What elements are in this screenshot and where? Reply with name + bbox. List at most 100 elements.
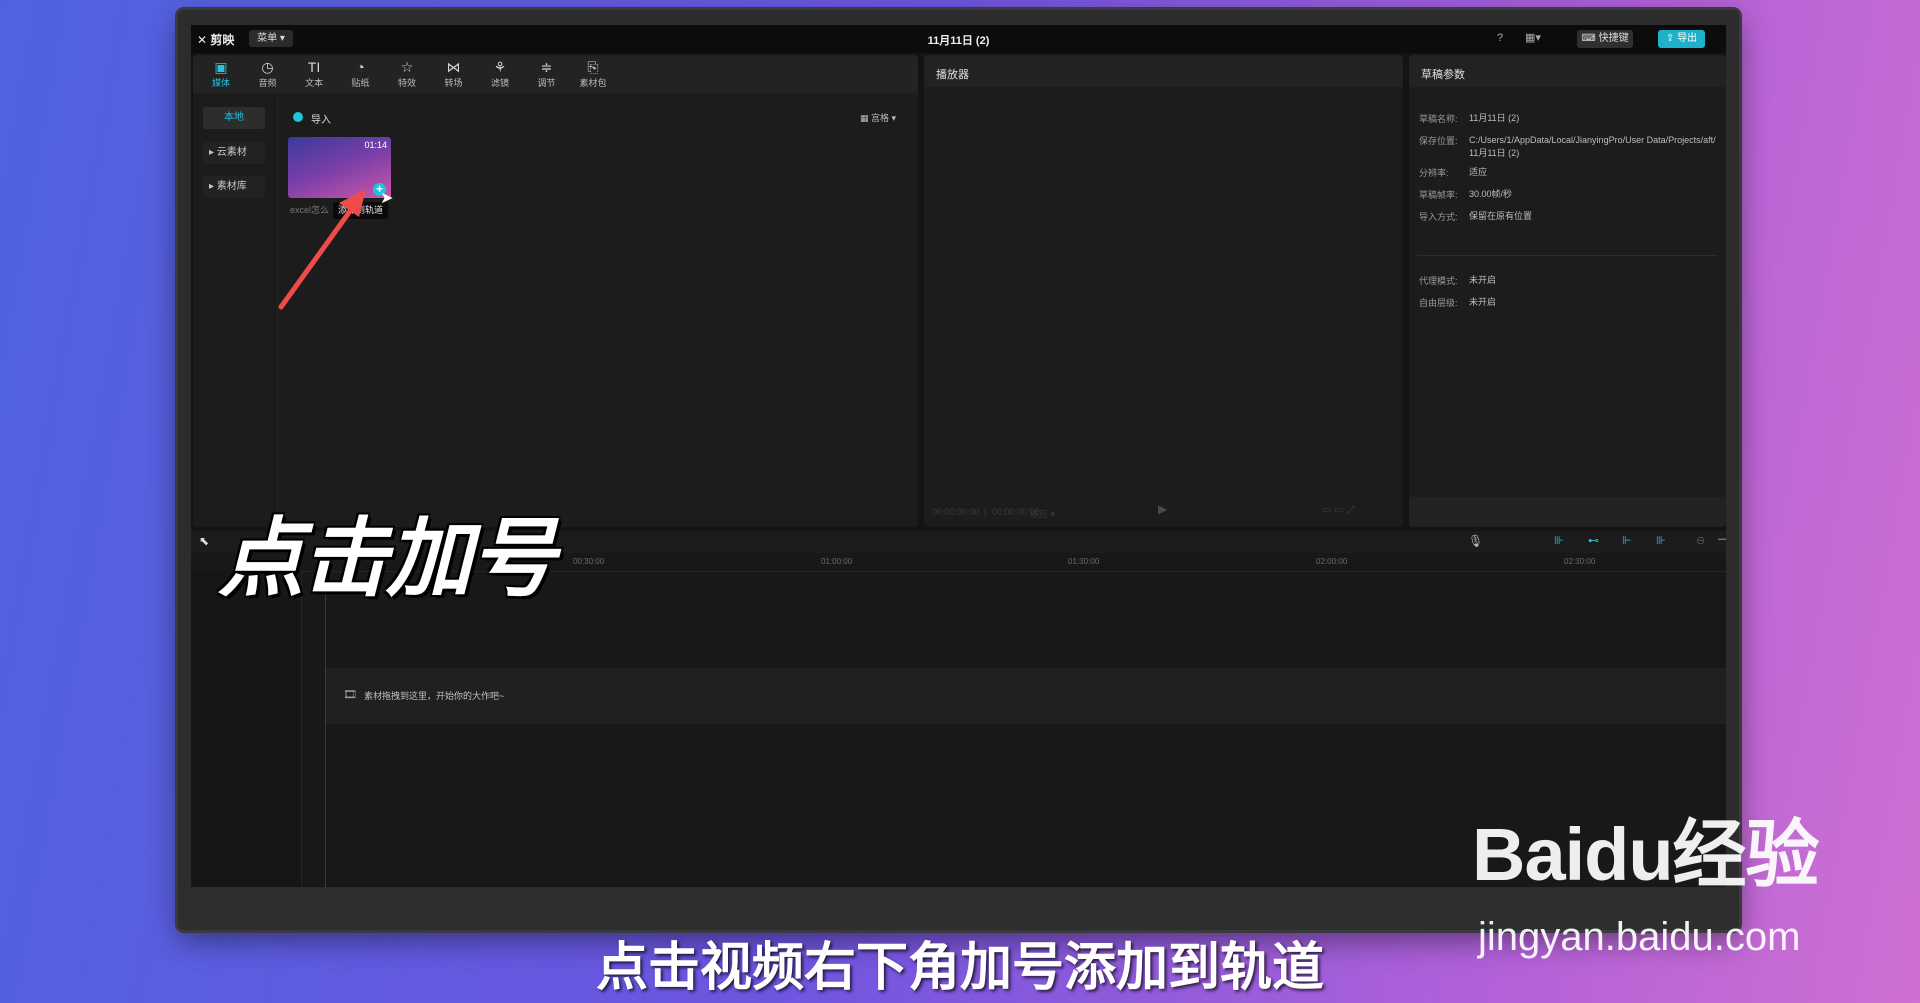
adjust-icon: ≑ [540, 59, 553, 75]
chevron-down-icon: ▾ [279, 33, 285, 44]
import-button[interactable]: 导入 [311, 111, 331, 126]
tab-audio[interactable]: ◷ 音频 [248, 58, 288, 89]
transition-icon: ⋈ [446, 59, 461, 75]
tab-label: 文本 [304, 78, 323, 88]
view-toggle[interactable]: ▦ 宫格 ▾ [860, 111, 896, 124]
prop-key-resolution: 分辨率: [1419, 168, 1449, 178]
layout-icon[interactable]: ▦▾ [1520, 31, 1546, 46]
prop-key-location: 保存位置: [1419, 136, 1458, 146]
export-icon: ⇪ [1665, 33, 1675, 44]
tab-label: 音频 [258, 78, 277, 88]
shortcut-button[interactable]: ⌨ 快捷键 [1577, 30, 1633, 48]
prop-value-location: C:/Users/1/AppData/Local/JianyingPro/Use… [1469, 135, 1716, 158]
select-tool-icon[interactable]: ⬉ [199, 534, 209, 548]
ruler-tick: 01:00:00 [821, 557, 853, 566]
watermark-logo: Baidu经验 [1472, 813, 1820, 896]
prop-key-framerate: 草稿帧率: [1419, 190, 1458, 200]
link-icon[interactable]: ⊷ [1588, 534, 1599, 547]
app-name: 剪映 [210, 33, 235, 47]
keyboard-icon: ⌨ [1581, 33, 1596, 44]
sidebar-item-local[interactable]: 本地 [203, 107, 265, 129]
zoom-slider[interactable]: — [1718, 533, 1726, 545]
tab-label: 滤镜 [490, 78, 509, 88]
player-current-time: 00:00:00:00 [932, 507, 980, 517]
tab-label: 特效 [397, 78, 416, 88]
prop-value-name: 11月11日 (2) [1469, 113, 1520, 123]
cursor-icon: ➤ [380, 190, 394, 207]
audio-icon: ◷ [261, 59, 274, 75]
annotation-arrow [278, 189, 366, 310]
tab-label: 贴纸 [351, 78, 370, 88]
tab-media[interactable]: ▣ 媒体 [201, 58, 241, 89]
player-title: 播放器 [936, 69, 969, 81]
split-icon[interactable]: ⊪ [1656, 534, 1666, 547]
ruler-tick: 00:30:00 [573, 557, 605, 566]
properties-title: 草稿参数 [1421, 69, 1465, 81]
ruler-tick: 01:30:00 [1068, 557, 1100, 566]
menu-button[interactable]: 菜单 ▾ [249, 30, 293, 47]
prop-key-name: 草稿名称: [1419, 114, 1458, 124]
tab-label: 媒体 [211, 78, 230, 88]
import-icon[interactable] [293, 112, 303, 122]
film-icon: 🎞 [343, 689, 357, 701]
play-icon[interactable]: ▶ [1158, 502, 1167, 516]
logo-icon: ✕ [197, 33, 208, 47]
timeline-start-line [325, 571, 326, 887]
properties-footer [1409, 497, 1726, 527]
tab-package[interactable]: ⎘ 素材包 [573, 58, 613, 89]
microphone-icon[interactable]: 🎙 [1468, 534, 1483, 548]
view-label: 宫格 [871, 113, 890, 123]
sticker-icon: ◔ [356, 59, 365, 75]
tab-filter[interactable]: ⚘ 滤镜 [480, 58, 520, 89]
tab-label: 素材包 [579, 78, 607, 88]
prop-value-framerate: 30.00帧/秒 [1469, 189, 1513, 199]
text-icon: TI [307, 59, 321, 75]
tab-sticker[interactable]: ◔ 贴纸 [341, 58, 381, 89]
properties-panel: 草稿参数 草稿名称: 11月11日 (2) 保存位置: C:/Users/1/A… [1409, 55, 1726, 527]
ratio-label: 适应 [1030, 509, 1049, 519]
player-header [924, 55, 1403, 87]
tab-label: 转场 [444, 78, 463, 88]
app-window: ✕ 剪映 菜单 ▾ 11月11日 (2) ? ▦▾ ⌨ 快捷键 ⇪ 导出 ▣ 媒体… [191, 25, 1726, 887]
prop-key-import: 导入方式: [1419, 212, 1458, 222]
track-headers [191, 571, 302, 887]
title-bar: ✕ 剪映 菜单 ▾ 11月11日 (2) ? ▦▾ ⌨ 快捷键 ⇪ 导出 [191, 25, 1726, 53]
main-track-drop-zone[interactable]: 🎞 素材拖拽到这里，开始你的大作吧~ [326, 668, 1726, 724]
player-panel: 播放器 00:00:00:00 | 00:00:00:00 适应 ▾ ▶ ▭ ▭… [924, 55, 1403, 527]
watermark-url: jingyan.baidu.com [1478, 915, 1801, 959]
tab-label: 调节 [537, 78, 556, 88]
effects-icon: ☆ [400, 59, 414, 75]
ruler-tick: 02:30:00 [1564, 557, 1596, 566]
media-panel: ▣ 媒体 ◷ 音频 TI 文本 ◔ 贴纸 ☆ 特效 ⋈ 转场 ⚘ 滤镜 ≑ 调节 ⎘ 素材包 本地 ▸ 云素材 ▸… [193, 55, 918, 527]
snap-icon[interactable]: ⊪ [1554, 534, 1564, 547]
sidebar-item-library[interactable]: ▸ 素材库 [203, 176, 265, 198]
tab-transition[interactable]: ⋈ 转场 [434, 58, 474, 89]
help-icon[interactable]: ? [1491, 31, 1509, 46]
prop-value-import: 保留在原有位置 [1469, 211, 1533, 221]
player-tools[interactable]: ▭ ▭ ⤢ [1322, 505, 1354, 516]
package-icon: ⎘ [587, 59, 599, 75]
tab-effects[interactable]: ☆ 特效 [387, 58, 427, 89]
grid-icon: ▦ [860, 113, 869, 123]
prop-key-layer: 自由层级: [1419, 298, 1458, 308]
shortcut-label: 快捷键 [1598, 33, 1629, 44]
media-icon: ▣ [214, 59, 228, 75]
app-logo: ✕ 剪映 [197, 31, 234, 48]
prop-divider [1417, 255, 1717, 256]
player-ratio[interactable]: 适应 ▾ [1030, 507, 1055, 520]
tab-adjust[interactable]: ≑ 调节 [527, 58, 567, 89]
prop-value-layer: 未开启 [1469, 297, 1497, 307]
prop-key-proxy: 代理模式: [1419, 276, 1458, 286]
overlay-caption: 点击加号 [218, 511, 556, 607]
clip-duration: 01:14 [364, 140, 387, 150]
media-toolbar: ▣ 媒体 ◷ 音频 TI 文本 ◔ 贴纸 ☆ 特效 ⋈ 转场 ⚘ 滤镜 ≑ 调节 ⎘ 素材包 [193, 55, 918, 93]
ruler-tick: 02:00:00 [1316, 557, 1348, 566]
tab-text[interactable]: TI 文本 [294, 58, 334, 89]
preview-axis-icon[interactable]: ⊩ [1622, 534, 1632, 547]
time-separator: | [984, 507, 987, 517]
baidu-watermark: Baidu经验 [1472, 795, 1820, 902]
prop-value-resolution: 适应 [1469, 167, 1488, 177]
sidebar-item-cloud[interactable]: ▸ 云素材 [203, 142, 265, 164]
export-button[interactable]: ⇪ 导出 [1658, 30, 1705, 48]
zoom-icon[interactable]: ⊖ [1696, 534, 1705, 547]
